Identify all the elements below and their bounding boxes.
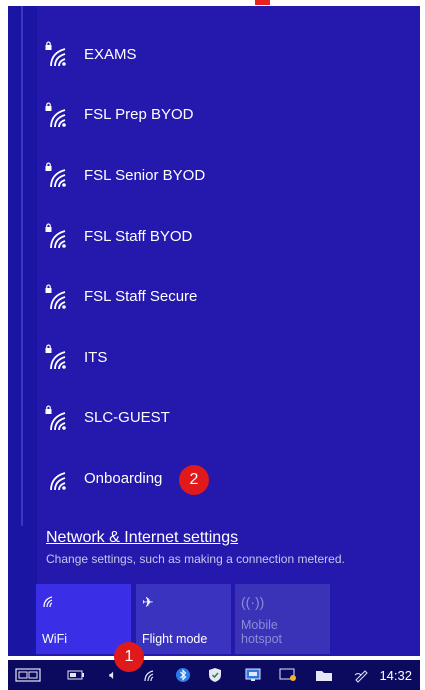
network-name: EXAMS <box>84 45 137 63</box>
hotspot-label-line2: hotspot <box>241 632 283 646</box>
network-name: SLC-GUEST <box>84 409 170 427</box>
network-settings: Network & Internet settings Change setti… <box>46 529 406 566</box>
network-item[interactable]: Onboarding <box>36 448 396 509</box>
wifi-secured-icon <box>44 404 72 432</box>
network-item[interactable]: SLC-GUEST <box>36 388 396 449</box>
flight-mode-label: Flight mode <box>142 632 208 646</box>
network-settings-link[interactable]: Network & Internet settings <box>46 529 238 547</box>
bluetooth-icon[interactable] <box>174 667 192 683</box>
red-marker <box>255 0 270 5</box>
wifi-secured-icon <box>44 40 72 68</box>
network-name: FSL Staff Secure <box>84 288 198 306</box>
keyboard-icon[interactable] <box>14 667 42 683</box>
display-icon[interactable] <box>244 667 262 683</box>
wifi-tile-label: WiFi <box>42 632 67 646</box>
hotspot-label-line1: Mobile <box>241 618 278 632</box>
scrollbar[interactable] <box>21 6 23 526</box>
mobile-hotspot-label: Mobile hotspot <box>241 618 282 646</box>
network-name: FSL Staff BYOD <box>84 227 193 245</box>
wifi-open-icon <box>44 464 72 492</box>
network-list: EXAMS FSL Prep BYOD FSL Senior BYOD FSL … <box>36 24 396 509</box>
wifi-icon <box>42 594 58 611</box>
wifi-secured-icon <box>44 222 72 250</box>
airplane-icon: ✈ <box>142 594 154 610</box>
wifi-taskbar-icon[interactable] <box>141 667 161 683</box>
hotspot-icon: ((·)) <box>241 594 265 610</box>
network-item[interactable]: FSL Staff Secure <box>36 266 396 327</box>
wifi-secured-icon <box>44 161 72 189</box>
pen-icon[interactable] <box>351 667 371 683</box>
network-settings-description: Change settings, such as making a connec… <box>46 552 345 566</box>
folder-icon[interactable] <box>314 667 334 683</box>
step-badge-2: 2 <box>179 465 209 495</box>
wifi-secured-icon <box>44 283 72 311</box>
network-item[interactable]: ITS <box>36 327 396 388</box>
network-item[interactable]: EXAMS <box>36 24 396 85</box>
wifi-tile[interactable]: WiFi <box>36 584 131 654</box>
wifi-secured-icon <box>44 343 72 371</box>
network-item[interactable]: FSL Prep BYOD <box>36 85 396 146</box>
notification-app-icon[interactable] <box>278 667 298 683</box>
flight-mode-tile[interactable]: ✈ Flight mode <box>136 584 231 654</box>
mobile-hotspot-tile[interactable]: ((·)) Mobile hotspot <box>235 584 330 654</box>
network-name: FSL Senior BYOD <box>84 166 206 184</box>
network-name: Onboarding <box>84 469 163 487</box>
network-item[interactable]: FSL Senior BYOD <box>36 145 396 206</box>
clock[interactable]: 14:32 <box>379 668 412 683</box>
network-item[interactable]: FSL Staff BYOD <box>36 206 396 267</box>
battery-icon[interactable] <box>66 667 86 683</box>
network-name: FSL Prep BYOD <box>84 106 194 124</box>
step-badge-1: 1 <box>114 642 144 672</box>
wifi-secured-icon <box>44 101 72 129</box>
security-shield-icon[interactable] <box>206 667 224 683</box>
taskbar: 🔈︎ 14:32 <box>8 660 420 690</box>
network-name: ITS <box>84 348 108 366</box>
